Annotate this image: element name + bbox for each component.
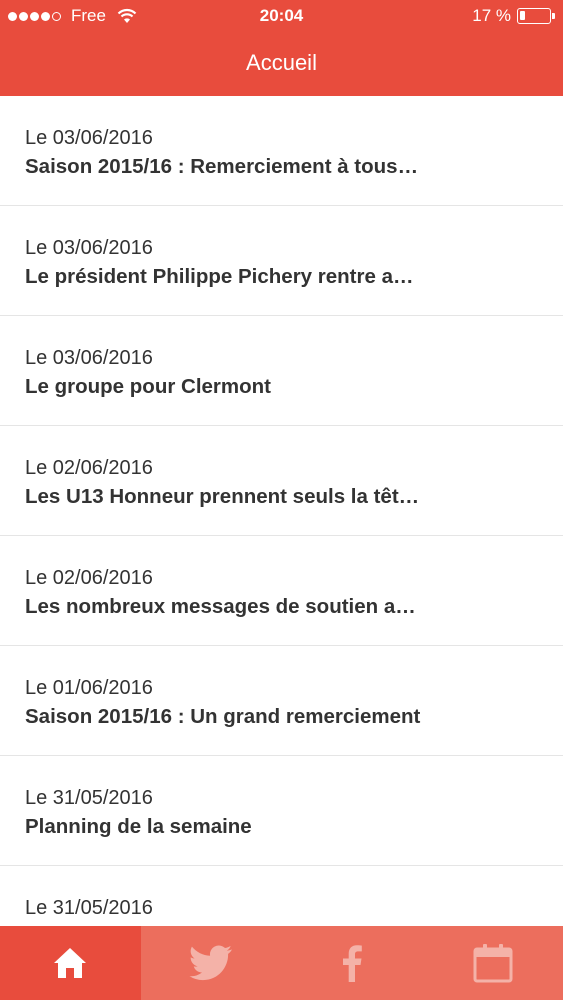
article-title: Planning de la semaine <box>25 815 252 838</box>
list-item[interactable]: Le 01/06/2016 Saison 2015/16 : Un grand … <box>0 646 563 756</box>
battery-percent: 17 % <box>472 6 511 25</box>
tab-twitter[interactable] <box>141 926 282 1000</box>
list-item[interactable]: Le 31/05/2016 Planning de la semaine <box>0 756 563 866</box>
app-screen: Free 20:04 17 % Accueil Le 03/06/2016 Sa… <box>0 0 563 1000</box>
status-bar: Free 20:04 17 % <box>0 0 563 32</box>
article-title: Les U13 Honneur prennent seuls la têt… <box>25 485 420 508</box>
article-title: Saison 2015/16 : Remerciement à tous… <box>25 155 419 178</box>
article-date: Le 03/06/2016 <box>25 127 153 149</box>
article-title: Saison 2015/16 : Un grand remerciement <box>25 705 421 728</box>
tab-calendar[interactable] <box>422 926 563 1000</box>
article-date: Le 02/06/2016 <box>25 567 153 589</box>
list-item[interactable]: Le 02/06/2016 Les nombreux messages de s… <box>0 536 563 646</box>
calendar-icon <box>473 944 513 983</box>
list-item[interactable]: Le 03/06/2016 Le président Philippe Pich… <box>0 206 563 316</box>
list-item[interactable]: Le 02/06/2016 Les U13 Honneur prennent s… <box>0 426 563 536</box>
article-date: Le 31/05/2016 <box>25 787 153 809</box>
header: Free 20:04 17 % Accueil <box>0 0 563 96</box>
tab-facebook[interactable] <box>282 926 423 1000</box>
list-item[interactable]: Le 03/06/2016 Le groupe pour Clermont <box>0 316 563 426</box>
facebook-icon <box>342 945 362 982</box>
article-list[interactable]: Le 03/06/2016 Saison 2015/16 : Remerciem… <box>0 96 563 926</box>
article-date: Le 03/06/2016 <box>25 237 153 259</box>
status-right: 17 % <box>472 6 555 26</box>
article-title: Le président Philippe Pichery rentre a… <box>25 265 414 288</box>
battery-icon <box>517 8 555 24</box>
article-title: Le groupe pour Clermont <box>25 375 271 398</box>
article-date: Le 02/06/2016 <box>25 457 153 479</box>
page-title: Accueil <box>246 50 317 75</box>
tab-bar <box>0 926 563 1000</box>
home-icon <box>54 948 87 978</box>
list-item[interactable]: Le 03/06/2016 Saison 2015/16 : Remerciem… <box>0 96 563 206</box>
article-date: Le 01/06/2016 <box>25 677 153 699</box>
twitter-icon <box>189 945 233 981</box>
list-item[interactable]: Le 31/05/2016 <box>0 866 563 926</box>
article-date: Le 03/06/2016 <box>25 347 153 369</box>
article-date: Le 31/05/2016 <box>25 897 153 919</box>
article-title: Les nombreux messages de soutien a… <box>25 595 416 618</box>
tab-home[interactable] <box>0 926 141 1000</box>
